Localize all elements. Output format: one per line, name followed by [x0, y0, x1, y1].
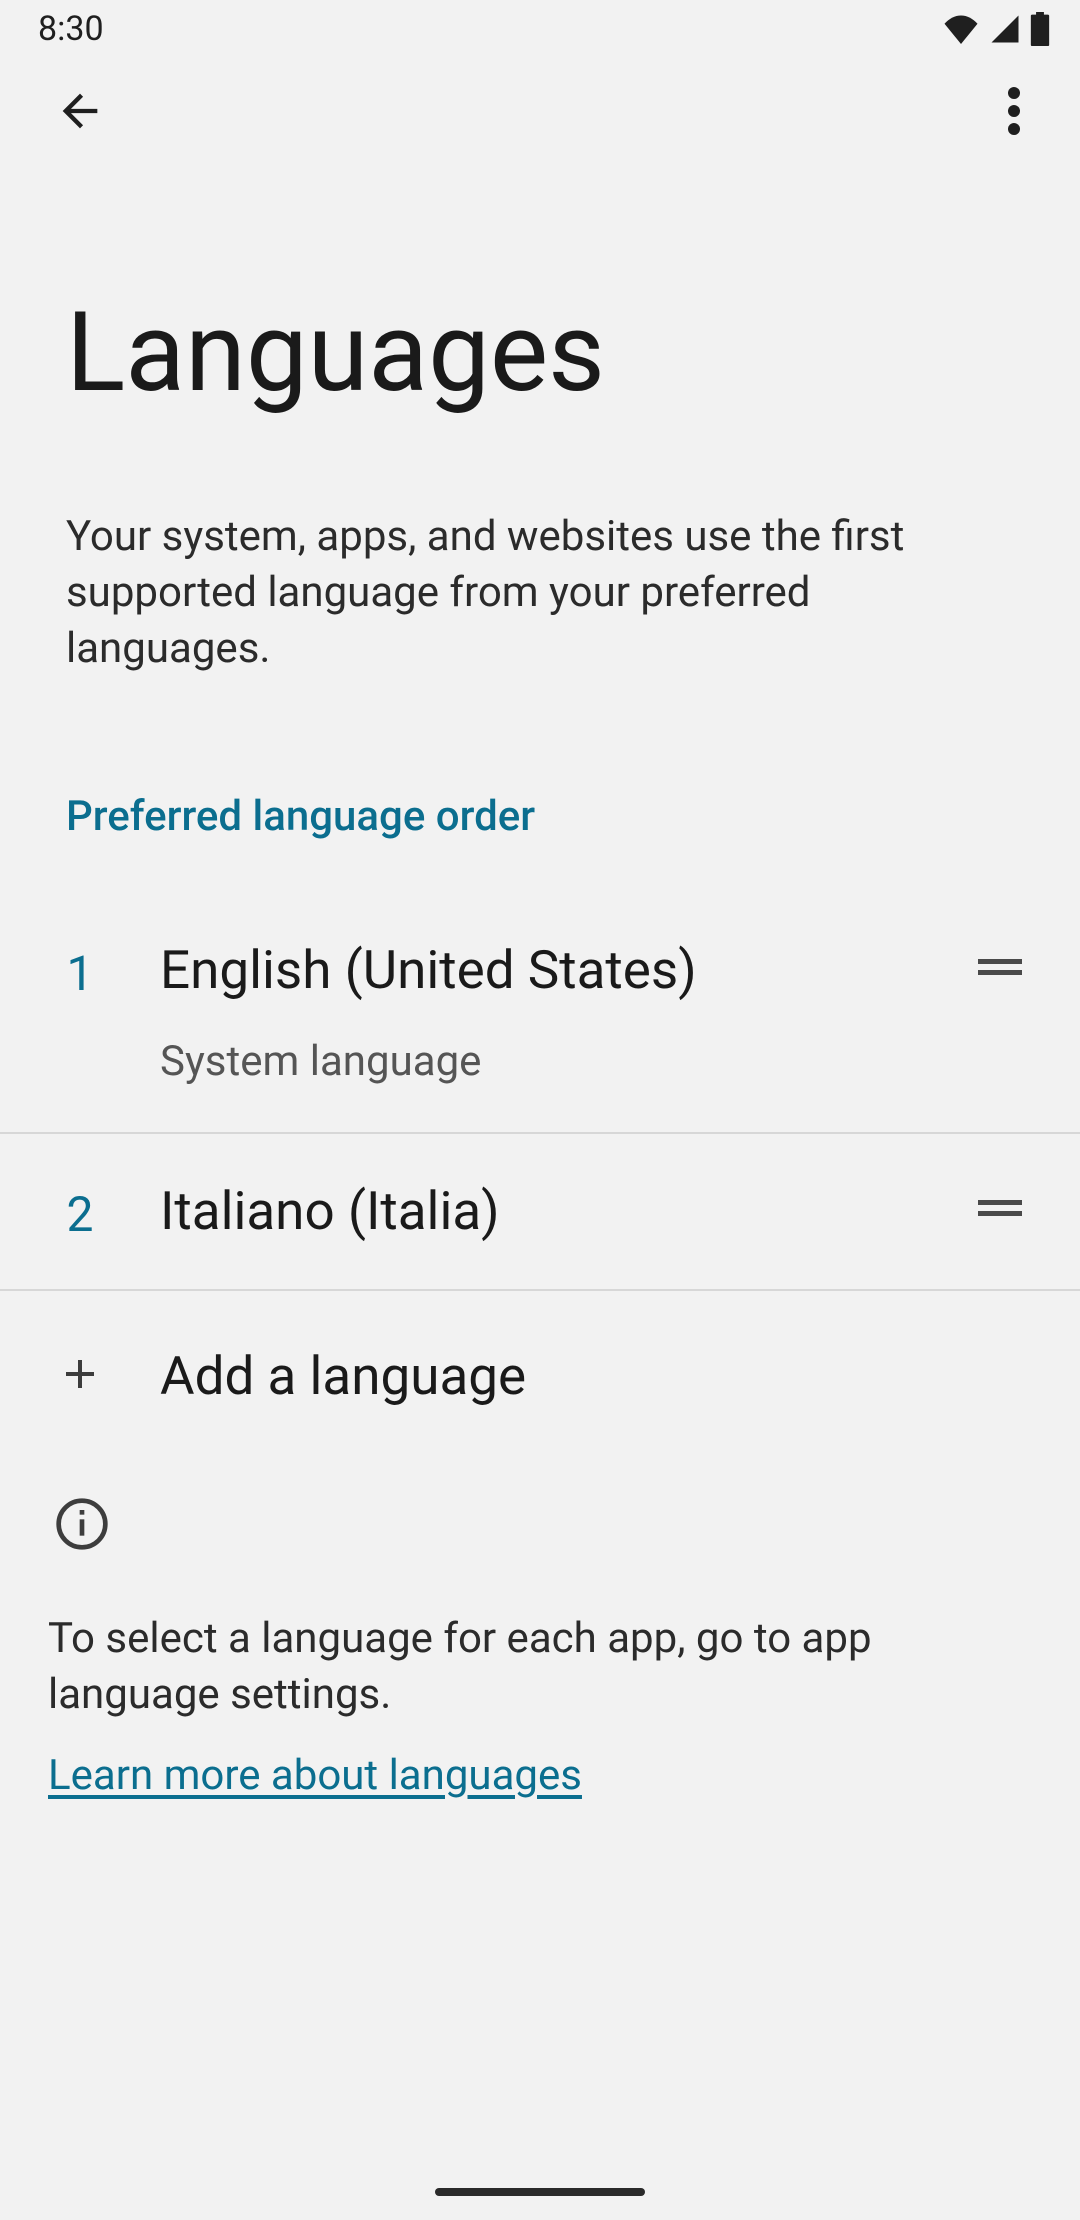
status-time: 8:30	[38, 9, 104, 49]
section-header-preferred-order: Preferred language order	[0, 677, 1080, 841]
more-vert-icon	[1008, 87, 1020, 139]
wifi-icon	[942, 14, 980, 44]
learn-more-link[interactable]: Learn more about languages	[48, 1751, 582, 1800]
back-button[interactable]	[40, 73, 120, 153]
info-block: To select a language for each app, go to…	[0, 1461, 1080, 1800]
language-list: 1 English (United States) System languag…	[0, 893, 1080, 1291]
add-language-button[interactable]: Add a language	[0, 1291, 1080, 1461]
drag-handle[interactable]	[960, 1180, 1040, 1240]
status-bar: 8:30	[0, 0, 1080, 58]
language-index: 1	[0, 939, 160, 1002]
drag-handle[interactable]	[960, 939, 1040, 999]
drag-handle-icon	[978, 1196, 1022, 1224]
language-item[interactable]: 1 English (United States) System languag…	[0, 893, 1080, 1134]
navigation-handle[interactable]	[435, 2188, 645, 2196]
more-options-button[interactable]	[974, 73, 1054, 153]
battery-icon	[1030, 12, 1050, 46]
page-description: Your system, apps, and websites use the …	[0, 417, 1080, 677]
drag-handle-icon	[978, 955, 1022, 983]
language-index: 2	[0, 1180, 160, 1243]
info-icon	[54, 1496, 110, 1556]
cellular-icon	[990, 14, 1020, 44]
app-bar	[0, 58, 1080, 168]
language-item[interactable]: 2 Italiano (Italia)	[0, 1134, 1080, 1291]
info-text: To select a language for each app, go to…	[48, 1571, 1014, 1723]
add-language-label: Add a language	[160, 1345, 526, 1407]
arrow-back-icon	[54, 85, 106, 141]
plus-icon	[56, 1350, 104, 1402]
language-name: English (United States)	[160, 939, 960, 1001]
language-subtitle: System language	[160, 1037, 960, 1086]
status-icons	[942, 12, 1050, 46]
page-title: Languages	[0, 168, 1080, 417]
language-name: Italiano (Italia)	[160, 1180, 960, 1242]
